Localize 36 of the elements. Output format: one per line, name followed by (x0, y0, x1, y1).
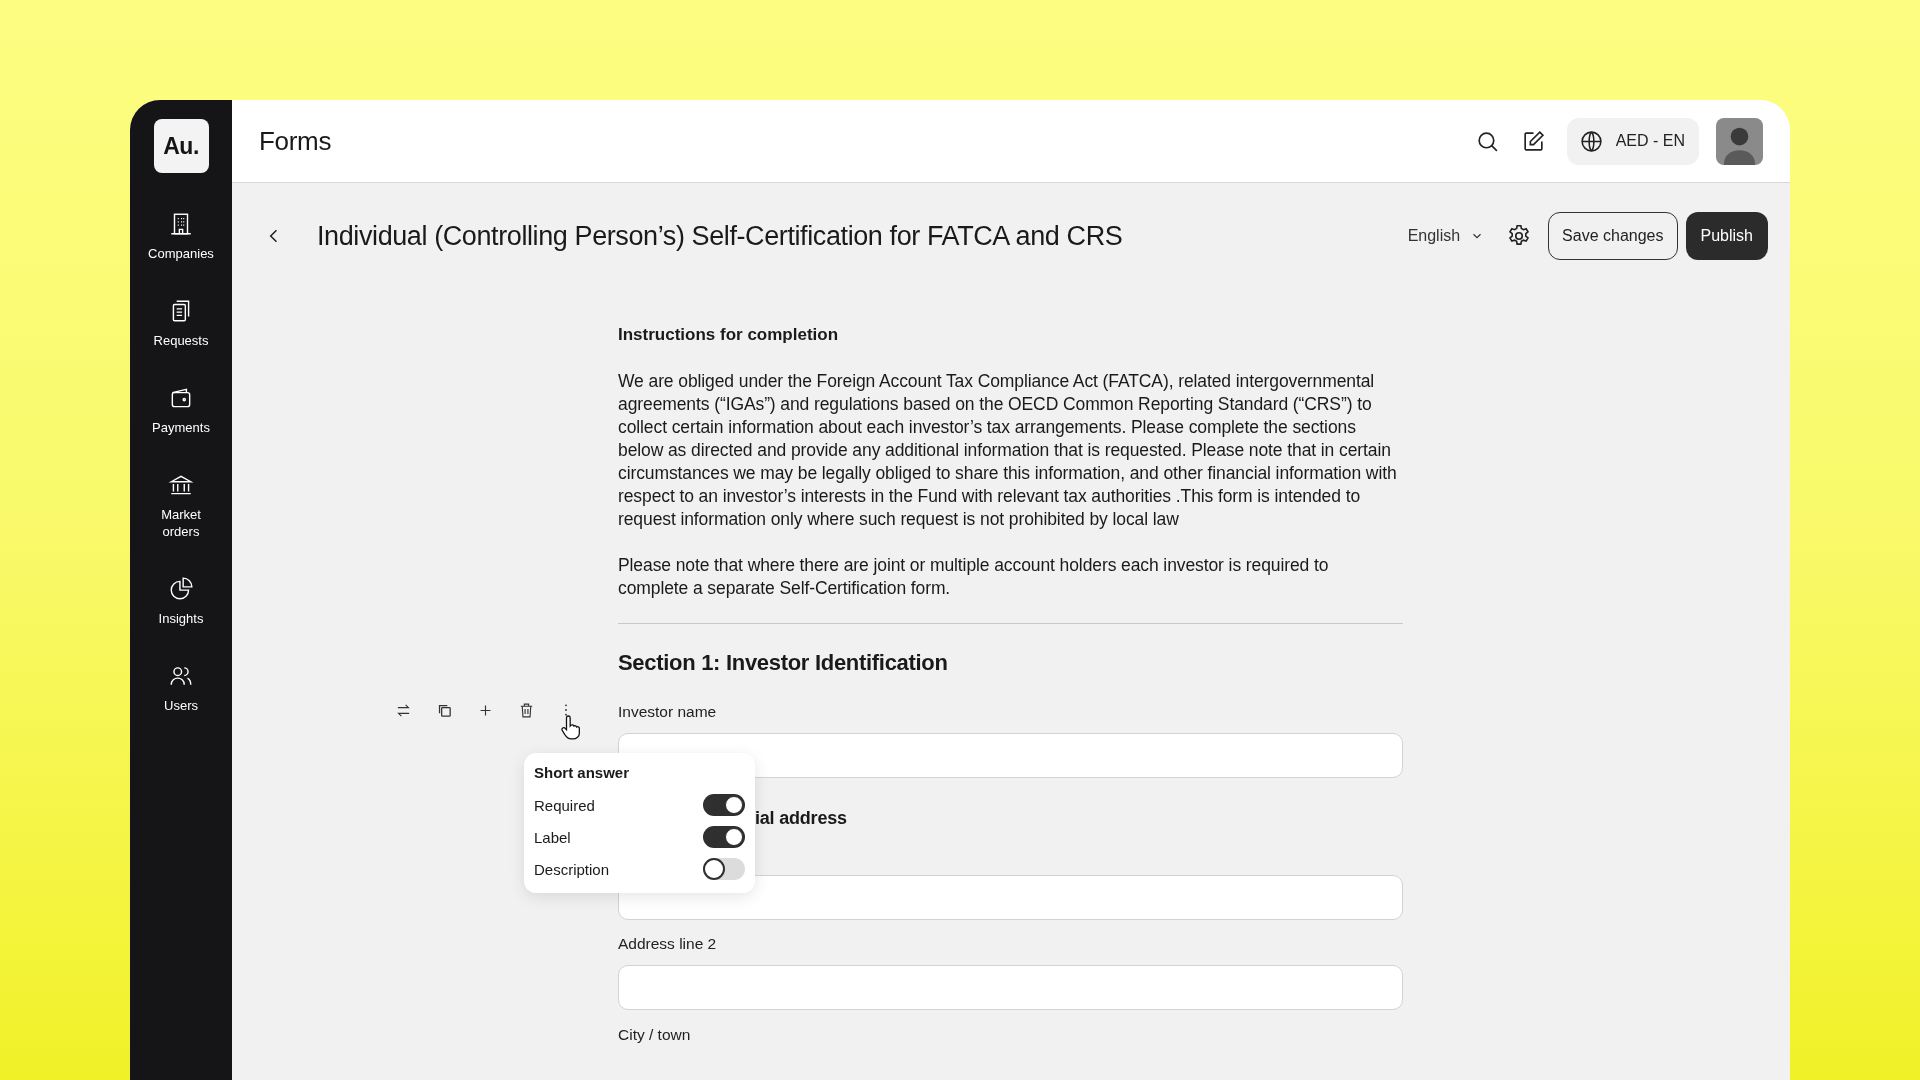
input-field[interactable] (618, 965, 1403, 1010)
input-field[interactable] (618, 875, 1403, 920)
nav-item[interactable]: Market orders (141, 472, 221, 540)
field-label: Investor name (618, 702, 718, 722)
publish-button[interactable]: Publish (1685, 212, 1768, 260)
hand-cursor-icon (561, 714, 583, 740)
instructions-paragraph: We are obliged under the Foreign Account Tax Compliance Act (FATCA), related intergovernmental agreements (“IGAs”) and regulations based on the OECD Common Reporting Standard (“CRS”) to collect certain information about each investor’s tax arrangements. Please complete the sections below as directed and provide any additional information that is requested. Please note that in certain circumstances we may be legally obliged to share this information, and other financial information with respect to an investor’s interests in the Fund with relevant tax authorities .This form is intended to request information only where such request is not prohibited by local law (618, 370, 1398, 531)
page-title: Individual (Controlling Person’s) Self-Certification for FATCA and CRS (317, 220, 1124, 252)
logo[interactable]: Au. (153, 119, 209, 173)
instructions-paragraph: Please note that where there are joint or multiple account holders each investor is required to complete a separate Self-Certification form. (618, 554, 1330, 600)
language-dropdown[interactable]: English (1407, 227, 1485, 245)
nav-item[interactable]: Requests (141, 298, 221, 349)
field-label: City / town (618, 1025, 692, 1045)
instructions-heading: Instructions for completion (618, 324, 840, 346)
section-heading: Section 1: Investor Identification (618, 650, 949, 676)
menu-title: Short answer (534, 763, 631, 783)
avatar[interactable] (1716, 117, 1763, 165)
nav-item[interactable]: Users (141, 663, 221, 714)
save-button[interactable]: Save changes (1548, 212, 1678, 260)
delete-icon[interactable] (518, 701, 535, 719)
subsection-heading: ial address (755, 807, 848, 830)
globe-icon (1578, 128, 1604, 154)
field-label: Address line 2 (618, 934, 718, 954)
toggle-switch[interactable] (703, 858, 745, 880)
nav-item[interactable]: Insights (141, 576, 221, 627)
app-title: Forms (259, 125, 332, 157)
nav-item[interactable]: Payments (141, 385, 221, 436)
option-label: Description (534, 860, 610, 878)
pie-chart-icon (168, 576, 194, 602)
building-icon (168, 211, 194, 237)
locale-button[interactable]: AED - EN (1566, 117, 1699, 165)
nav-item[interactable]: Companies (141, 211, 221, 262)
option-label: Required (534, 796, 595, 814)
option-label: Label (534, 828, 571, 846)
toggle-switch[interactable] (703, 794, 745, 816)
toggle-switch[interactable] (703, 826, 745, 848)
